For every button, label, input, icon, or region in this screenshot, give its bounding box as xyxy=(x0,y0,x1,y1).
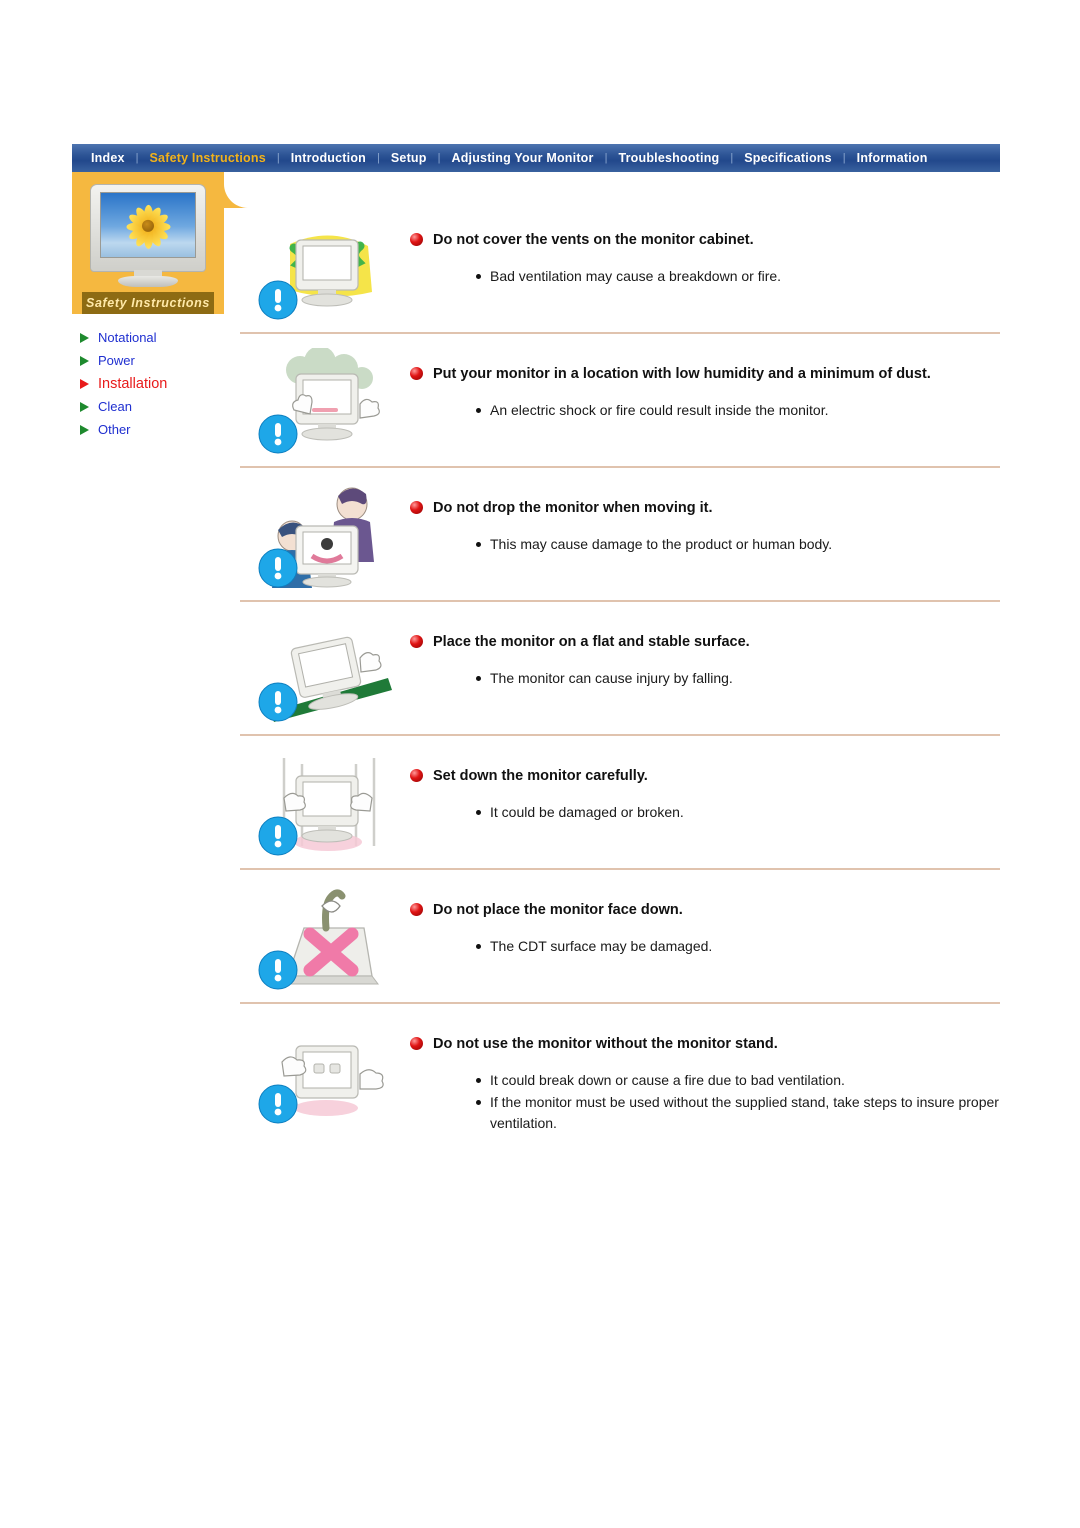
arrow-right-active-icon xyxy=(80,378,89,389)
section-note-item: This may cause damage to the product or … xyxy=(476,534,1000,555)
safety-section: Place the monitor on a flat and stable s… xyxy=(240,602,1000,736)
nav-item-specifications[interactable]: Specifications xyxy=(735,144,841,172)
red-sphere-bullet-icon xyxy=(410,233,423,246)
main-navigation-bar: Index | Safety Instructions | Introduction | S… xyxy=(72,144,1000,172)
safety-section: Do not use the monitor without the monit… xyxy=(240,1004,1000,1150)
section-heading: Put your monitor in a location with low … xyxy=(410,364,1000,384)
monitor-screen xyxy=(100,192,196,258)
section-note-item: An electric shock or fire could result i… xyxy=(476,400,1000,421)
nav-item-troubleshooting[interactable]: Troubleshooting xyxy=(609,144,728,172)
arrow-right-icon xyxy=(80,355,89,366)
sidebar-item-label: Installation xyxy=(98,375,168,392)
section-note-list: The CDT surface may be damaged. xyxy=(410,936,1000,957)
section-heading: Place the monitor on a flat and stable s… xyxy=(410,632,1000,652)
section-heading: Do not drop the monitor when moving it. xyxy=(410,498,1000,518)
nav-separator: | xyxy=(276,152,280,164)
safety-section: Do not place the monitor face down. The C… xyxy=(240,870,1000,1004)
section-note-list: It could break down or cause a fire due … xyxy=(410,1070,1000,1134)
red-sphere-bullet-icon xyxy=(410,367,423,380)
nav-separator: | xyxy=(842,152,846,164)
red-sphere-bullet-icon xyxy=(410,769,423,782)
section-body: Do not cover the vents on the monitor ca… xyxy=(410,200,1000,288)
nav-separator: | xyxy=(437,152,441,164)
nav-separator: | xyxy=(604,152,608,164)
nav-item-setup[interactable]: Setup xyxy=(382,144,436,172)
red-sphere-bullet-icon xyxy=(410,1037,423,1050)
hands-setting-monitor-down-icon xyxy=(240,736,410,868)
safety-instructions-card: Safety Instructions xyxy=(72,172,248,314)
section-heading-text: Put your monitor in a location with low … xyxy=(433,366,931,382)
monitor-face-down-crossed-icon xyxy=(240,870,410,1002)
section-note-item: The CDT surface may be damaged. xyxy=(476,936,1000,957)
sidebar-nav-list: Notational Power Installation Clean Other xyxy=(72,326,248,441)
sidebar-item-other[interactable]: Other xyxy=(74,418,248,441)
section-note-item: Bad ventilation may cause a breakdown or… xyxy=(476,266,1000,287)
section-body: Put your monitor in a location with low … xyxy=(410,334,1000,422)
safety-section: Do not cover the vents on the monitor ca… xyxy=(240,200,1000,334)
red-sphere-bullet-icon xyxy=(410,635,423,648)
monitor-without-stand-icon xyxy=(240,1004,410,1136)
installation-sections: Do not cover the vents on the monitor ca… xyxy=(240,200,1000,1150)
sidebar-item-label: Other xyxy=(98,422,131,437)
monitor-illustration xyxy=(90,184,206,288)
section-body: Do not place the monitor face down. The C… xyxy=(410,870,1000,958)
section-heading: Do not cover the vents on the monitor ca… xyxy=(410,230,1000,250)
section-note-list: Bad ventilation may cause a breakdown or… xyxy=(410,266,1000,287)
section-note-list: The monitor can cause injury by falling. xyxy=(410,668,1000,689)
sidebar-item-installation[interactable]: Installation xyxy=(74,372,248,395)
section-note-list: It could be damaged or broken. xyxy=(410,802,1000,823)
section-heading-text: Do not drop the monitor when moving it. xyxy=(433,500,713,516)
section-heading-text: Do not use the monitor without the monit… xyxy=(433,1036,778,1052)
section-heading: Do not use the monitor without the monit… xyxy=(410,1034,1000,1054)
section-heading-text: Set down the monitor carefully. xyxy=(433,768,648,784)
section-note-list: This may cause damage to the product or … xyxy=(410,534,1000,555)
arrow-right-icon xyxy=(80,424,89,435)
nav-item-index[interactable]: Index xyxy=(82,144,134,172)
section-note-list: An electric shock or fire could result i… xyxy=(410,400,1000,421)
arrow-right-icon xyxy=(80,332,89,343)
monitor-on-sloped-surface-icon xyxy=(240,602,410,734)
red-sphere-bullet-icon xyxy=(410,501,423,514)
section-note-item: If the monitor must be used without the … xyxy=(476,1092,1000,1134)
nav-separator: | xyxy=(730,152,734,164)
section-heading-text: Do not place the monitor face down. xyxy=(433,902,683,918)
arrow-right-icon xyxy=(80,401,89,412)
sidebar: Safety Instructions Notational Power Insta… xyxy=(72,172,248,441)
section-body: Do not use the monitor without the monit… xyxy=(410,1004,1000,1135)
section-body: Place the monitor on a flat and stable s… xyxy=(410,602,1000,690)
card-caption: Safety Instructions xyxy=(82,292,214,314)
nav-separator: | xyxy=(377,152,380,164)
nav-item-safety-instructions[interactable]: Safety Instructions xyxy=(141,144,275,172)
sidebar-item-notational[interactable]: Notational xyxy=(74,326,248,349)
section-body: Do not drop the monitor when moving it. T… xyxy=(410,468,1000,556)
nav-item-information[interactable]: Information xyxy=(848,144,937,172)
monitor-stand-base xyxy=(118,276,178,287)
sidebar-item-label: Power xyxy=(98,353,135,368)
section-body: Set down the monitor carefully. It could … xyxy=(410,736,1000,824)
nav-separator: | xyxy=(135,152,139,164)
section-heading-text: Do not cover the vents on the monitor ca… xyxy=(433,232,754,248)
red-sphere-bullet-icon xyxy=(410,903,423,916)
nav-item-adjusting-your-monitor[interactable]: Adjusting Your Monitor xyxy=(442,144,602,172)
safety-section: Set down the monitor carefully. It could … xyxy=(240,736,1000,870)
monitor-body xyxy=(90,184,206,272)
section-note-item: It could break down or cause a fire due … xyxy=(476,1070,1000,1091)
section-note-item: It could be damaged or broken. xyxy=(476,802,1000,823)
sunflower-icon xyxy=(126,204,170,249)
nav-item-introduction[interactable]: Introduction xyxy=(282,144,375,172)
section-heading-text: Place the monitor on a flat and stable s… xyxy=(433,634,750,650)
section-heading: Set down the monitor carefully. xyxy=(410,766,1000,786)
sidebar-item-clean[interactable]: Clean xyxy=(74,395,248,418)
section-heading: Do not place the monitor face down. xyxy=(410,900,1000,920)
section-note-item: The monitor can cause injury by falling. xyxy=(476,668,1000,689)
sidebar-item-label: Clean xyxy=(98,399,132,414)
sidebar-item-power[interactable]: Power xyxy=(74,349,248,372)
sidebar-item-label: Notational xyxy=(98,330,157,345)
safety-section: Do not drop the monitor when moving it. T… xyxy=(240,468,1000,602)
monitor-in-dusty-humid-place-icon xyxy=(240,334,410,466)
safety-section: Put your monitor in a location with low … xyxy=(240,334,1000,468)
monitor-covered-with-cloth-icon xyxy=(240,200,410,332)
two-people-carrying-monitor-icon xyxy=(240,468,410,600)
